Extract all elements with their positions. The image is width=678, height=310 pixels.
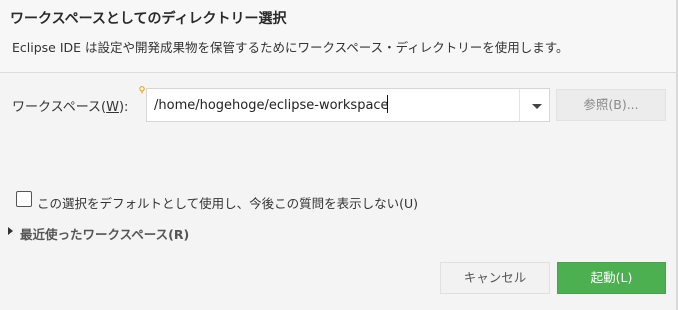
dialog-title: ワークスペースとしてのディレクトリー選択 — [10, 11, 287, 27]
workspace-combo[interactable] — [146, 88, 550, 122]
chevron-down-icon[interactable] — [532, 104, 542, 109]
workspace-label-mnemonic: W — [106, 100, 119, 115]
combo-separator — [519, 89, 520, 121]
triangle-right-icon[interactable] — [8, 227, 13, 235]
browse-button[interactable]: 参照(B)... — [556, 89, 666, 121]
lightbulb-icon — [139, 86, 145, 94]
default-checkbox[interactable] — [16, 191, 32, 207]
dialog-description: Eclipse IDE は設定や開発成果物を保管するためにワークスペース・ディレ… — [12, 40, 569, 55]
workspace-label: ワークスペース(W): — [12, 96, 128, 115]
cancel-button[interactable]: キャンセル — [440, 262, 550, 294]
default-checkbox-label[interactable]: この選択をデフォルトとして使用し、今後この質問を表示しない(U) — [37, 193, 418, 212]
workspace-path-input[interactable] — [147, 89, 519, 121]
text-cursor — [387, 95, 388, 113]
recent-workspaces-toggle[interactable]: 最近使ったワークスペース(R) — [20, 224, 189, 243]
workspace-label-suffix: ): — [118, 100, 129, 115]
launch-button[interactable]: 起動(L) — [557, 262, 666, 294]
workspace-label-prefix: ワークスペース( — [12, 100, 107, 115]
dialog-header: ワークスペースとしてのディレクトリー選択 Eclipse IDE は設定や開発成… — [0, 0, 678, 73]
